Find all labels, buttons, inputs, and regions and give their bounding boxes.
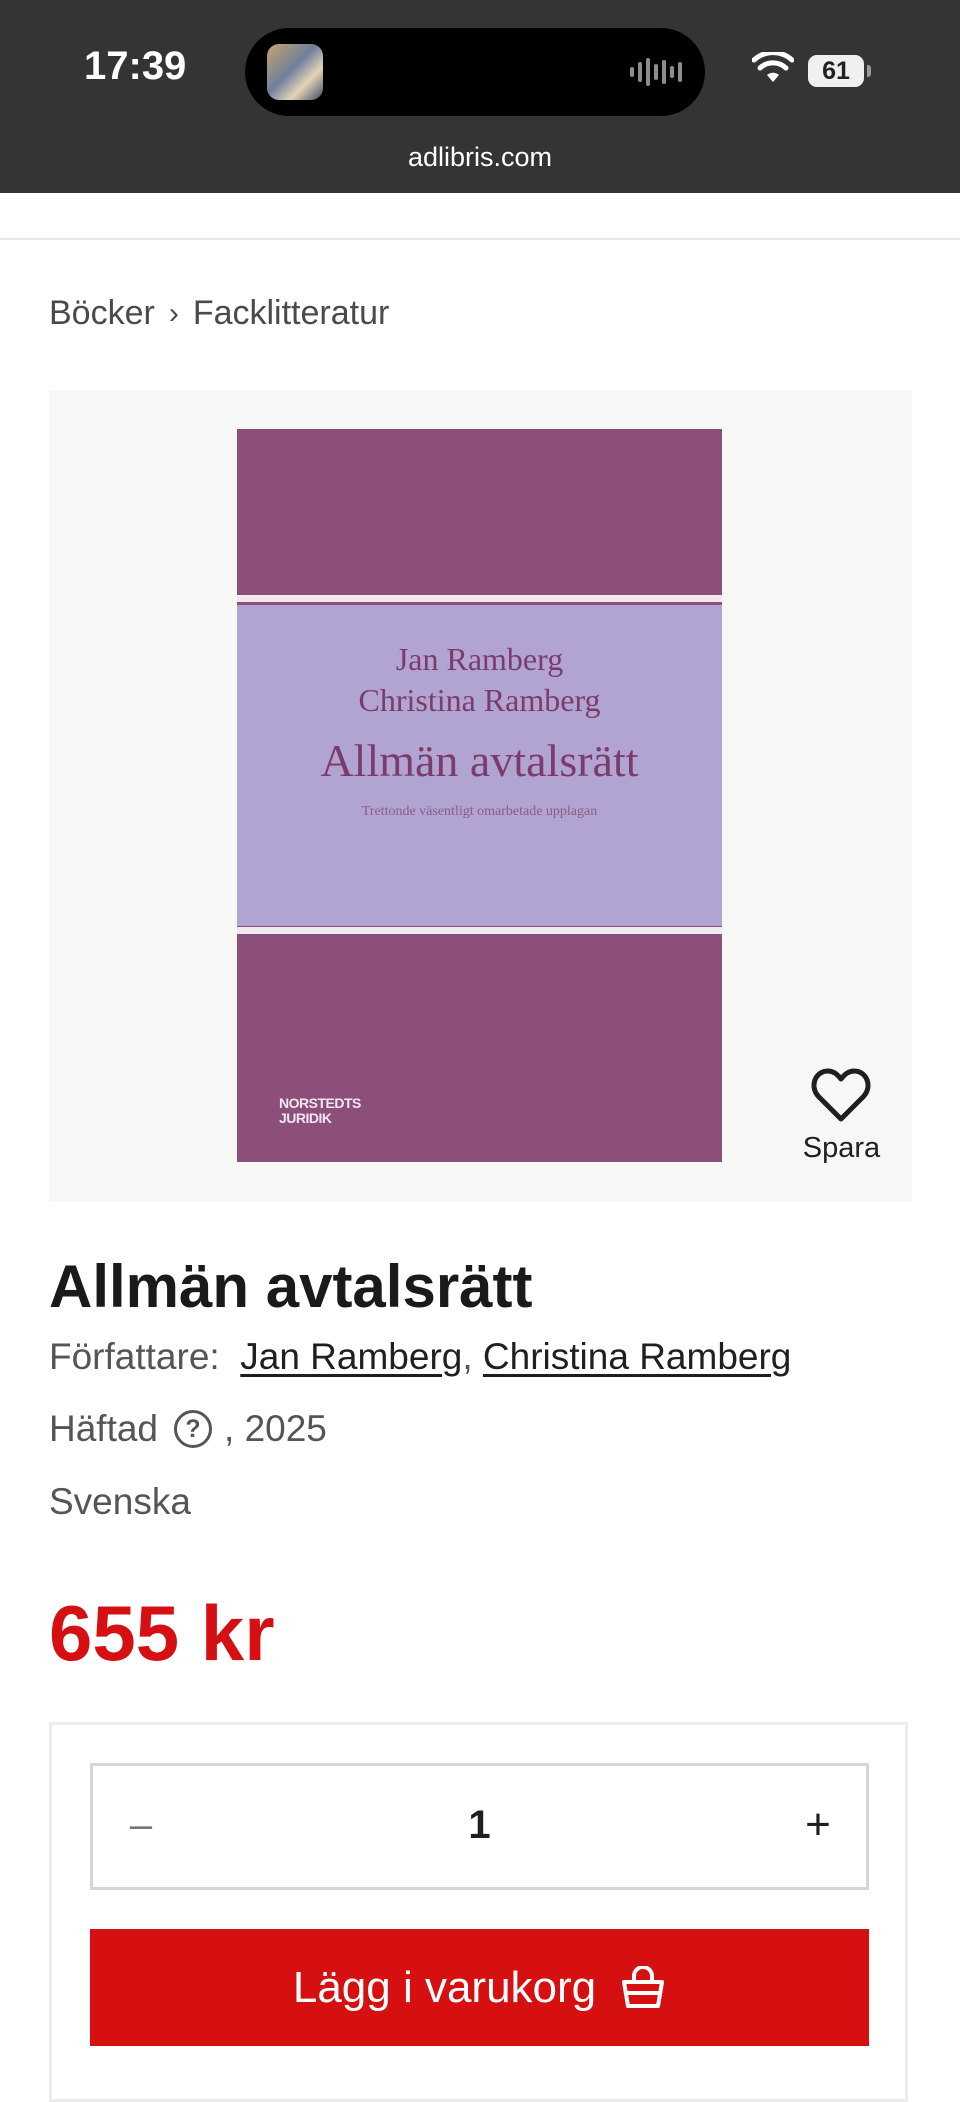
author-link-christina-ramberg[interactable]: Christina Ramberg [483, 1336, 791, 1377]
status-time: 17:39 [84, 44, 187, 88]
quantity-value[interactable]: 1 [93, 1790, 866, 1860]
language-label: Svenska [49, 1481, 191, 1522]
format-label: Häftad [49, 1408, 159, 1449]
heart-icon [811, 1068, 871, 1122]
cover-stripe [237, 595, 722, 602]
wifi-icon [752, 52, 794, 82]
cover-authors: Jan Ramberg Christina Ramberg [358, 641, 601, 718]
address-bar-url[interactable]: adlibris.com [0, 142, 960, 173]
battery-icon: 61 [808, 55, 864, 87]
authors-label: Författare: [49, 1336, 220, 1377]
book-cover-image[interactable]: Jan Ramberg Christina Ramberg Allmän avt… [237, 429, 722, 1162]
header-divider [0, 238, 960, 240]
price: 655 kr [49, 1589, 275, 1677]
add-to-cart-label: Lägg i varukorg [292, 1962, 597, 2012]
cover-subtitle: Trettonde väsentligt omarbetade upplagan [361, 804, 598, 819]
now-playing-thumbnail[interactable] [267, 44, 323, 100]
breadcrumb-item-nonfiction[interactable]: Facklitteratur [193, 294, 390, 333]
audio-wave-icon [630, 58, 686, 86]
breadcrumb: Böcker › Facklitteratur [49, 294, 389, 333]
shopping-basket-icon [622, 1965, 665, 2008]
increase-quantity-button[interactable]: + [788, 1790, 848, 1860]
publication-year: , 2025 [224, 1408, 327, 1449]
format-row: Häftad ? , 2025 [49, 1408, 327, 1450]
author-separator: , [462, 1336, 473, 1377]
authors-row: Författare: Jan Ramberg, Christina Rambe… [49, 1336, 791, 1378]
cover-stripe [237, 927, 722, 934]
help-icon[interactable]: ? [174, 1410, 213, 1448]
chevron-right-icon: › [168, 296, 179, 330]
publisher-logo: NORSTEDTS JURIDIK [279, 1095, 361, 1126]
breadcrumb-item-books[interactable]: Böcker [49, 294, 155, 333]
product-title: Allmän avtalsrätt [49, 1253, 533, 1320]
quantity-stepper[interactable]: 1 – + [90, 1763, 869, 1890]
author-link-jan-ramberg[interactable]: Jan Ramberg [240, 1336, 462, 1377]
add-to-cart-button[interactable]: Lägg i varukorg [90, 1929, 869, 2046]
dynamic-island[interactable] [245, 28, 705, 116]
cover-title: Allmän avtalsrätt [320, 735, 639, 786]
status-bar: 17:39 61 adlibris.com [0, 0, 960, 193]
decrease-quantity-button[interactable]: – [111, 1790, 171, 1860]
save-wishlist-button[interactable]: Spara [771, 1037, 912, 1202]
save-label: Spara [802, 1132, 881, 1164]
battery-tip [867, 65, 871, 77]
